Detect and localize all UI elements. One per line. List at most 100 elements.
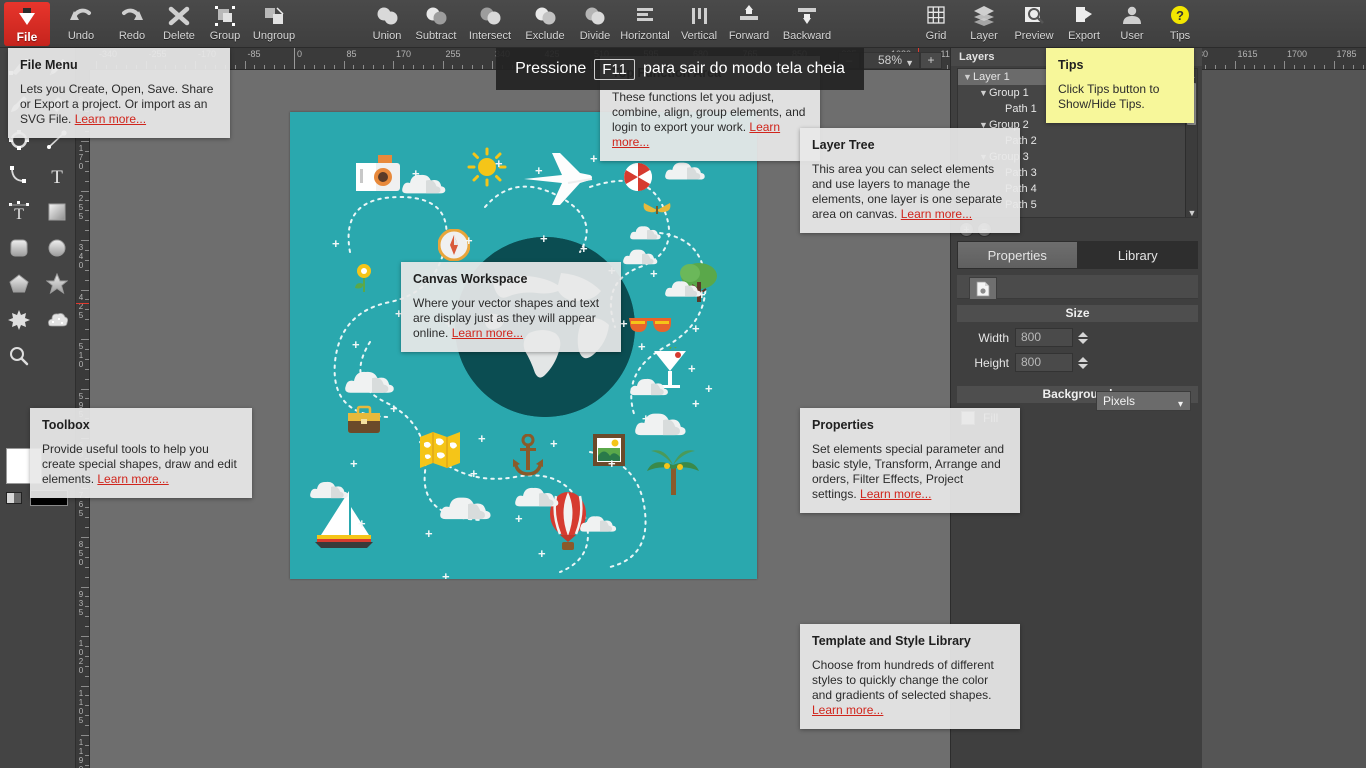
gradient-square-tool[interactable]: [38, 194, 76, 230]
ruler-label: -85: [247, 49, 261, 59]
zoom-value[interactable]: 58% ▼: [860, 51, 920, 71]
toolbar-button-grid[interactable]: Grid: [911, 0, 961, 48]
ruler-tick-minor: [85, 665, 89, 667]
document-properties-subtab[interactable]: [969, 277, 997, 299]
chevron-down-icon[interactable]: ▾: [1178, 396, 1183, 414]
cloud-illustration: [402, 170, 450, 196]
toolbar-button-delete[interactable]: Delete: [154, 0, 204, 48]
unit-select[interactable]: Pixels ▾: [1096, 391, 1191, 411]
toolbar-button-user[interactable]: User: [1107, 0, 1157, 48]
toolbar-button-group[interactable]: Group: [200, 0, 250, 48]
toolbar-button-export[interactable]: Export: [1059, 0, 1109, 48]
zoom-value-label: 58%: [877, 52, 903, 67]
sparkle-plus-icon: +: [688, 361, 696, 376]
tooltip-learn-more-link[interactable]: Learn more...: [812, 703, 883, 717]
ruler-tick: [492, 61, 493, 69]
zoom-tool[interactable]: [0, 338, 38, 374]
tab-properties[interactable]: Properties: [957, 241, 1078, 269]
toolbar-button-intersect[interactable]: Intersect: [465, 0, 515, 48]
exclude-icon: [532, 3, 558, 29]
ruler-tick: [81, 586, 89, 588]
ruler-tick-minor: [85, 517, 89, 519]
width-input[interactable]: 800: [1015, 328, 1073, 347]
redo-icon: [119, 3, 145, 29]
ruler-tick-minor: [85, 606, 89, 608]
curve-tool[interactable]: [0, 158, 38, 194]
height-input[interactable]: 800: [1015, 353, 1073, 372]
sparkle-plus-icon: +: [550, 436, 558, 451]
stepper-down-icon[interactable]: [1077, 338, 1088, 344]
toolbar-button-tips[interactable]: ? Tips: [1155, 0, 1205, 48]
rounded-rect-tool[interactable]: [0, 230, 38, 266]
ruler-tick-minor: [85, 279, 89, 281]
tooltip-learn-more-link[interactable]: Learn more...: [901, 207, 972, 221]
sparkle-plus-icon: +: [538, 546, 546, 561]
ruler-label: 1: [78, 351, 84, 360]
tooltip-learn-more-link[interactable]: Learn more...: [97, 472, 168, 486]
chevron-down-icon[interactable]: ▼: [905, 56, 914, 71]
ruler-tick-minor: [85, 655, 89, 657]
toolbar-button-label: Horizontal: [620, 30, 670, 42]
toolbar-button-preview[interactable]: Preview: [1009, 0, 1059, 48]
union-icon: [374, 3, 400, 29]
tooltip-learn-more-link[interactable]: Learn more...: [75, 112, 146, 126]
text-path-tool-glyph: T: [9, 201, 29, 223]
ruler-tick-minor: [85, 309, 89, 311]
ruler-tick-minor: [422, 65, 424, 69]
top-toolbar: File Undo Redo Delete Group Ungroup Union Subt…: [0, 0, 1366, 48]
toolbar-button-layer[interactable]: Layer: [959, 0, 1009, 48]
sparkle-plus-icon: +: [470, 466, 478, 481]
preview-icon: [1021, 3, 1047, 29]
toolbar-button-subtract[interactable]: Subtract: [411, 0, 461, 48]
ruler-tick: [81, 190, 89, 192]
height-stepper[interactable]: [1076, 353, 1089, 372]
toolbar-button-redo[interactable]: Redo: [107, 0, 157, 48]
ellipse-tool[interactable]: [38, 230, 76, 266]
ruler-tick-minor: [234, 65, 236, 69]
zoom-in-button[interactable]: +: [920, 51, 942, 69]
ruler-tick-minor: [85, 220, 89, 222]
sunglasses-illustration: [628, 315, 672, 337]
text-tool[interactable]: T: [38, 158, 76, 194]
stepper-down-icon[interactable]: [1077, 363, 1088, 369]
sparkle-plus-icon: +: [580, 241, 588, 256]
ruler-tick-minor: [85, 527, 89, 529]
pentagon-tool[interactable]: [0, 266, 38, 302]
tooltip-title: Properties: [812, 418, 874, 432]
chevron-down-icon[interactable]: ▼: [962, 69, 973, 85]
burst-tool[interactable]: [0, 302, 38, 338]
stepper-up-icon[interactable]: [1077, 356, 1088, 362]
ruler-tick-minor: [462, 65, 464, 69]
ruler-tick-minor: [363, 65, 365, 69]
tooltip-learn-more-link[interactable]: Learn more...: [452, 326, 523, 340]
toolbar-button-vertical[interactable]: Vertical: [674, 0, 724, 48]
toolbar-button-ungroup[interactable]: Ungroup: [249, 0, 299, 48]
stepper-up-icon[interactable]: [1077, 331, 1088, 337]
ruler-tick-minor: [274, 65, 276, 69]
swap-colors-icon[interactable]: [6, 492, 22, 504]
ruler-label: 9: [78, 589, 84, 599]
toolbar-button-divide[interactable]: Divide: [570, 0, 620, 48]
ruler-tick: [442, 61, 444, 69]
star-tool[interactable]: [38, 266, 76, 302]
toolbar-button-horizontal[interactable]: Horizontal: [620, 0, 670, 48]
toolbar-button-forward[interactable]: Forward: [724, 0, 774, 48]
chevron-down-icon[interactable]: ▼: [978, 85, 989, 101]
sparkle-plus-icon: +: [705, 381, 713, 396]
text-path-tool[interactable]: T: [0, 194, 38, 230]
tooltip-body: These functions let you adjust, combine,…: [612, 90, 808, 150]
toolbar-button-union[interactable]: Union: [362, 0, 412, 48]
toolbar-button-backward[interactable]: Backward: [782, 0, 832, 48]
width-stepper[interactable]: [1076, 328, 1089, 347]
tooltip-learn-more-link[interactable]: Learn more...: [860, 487, 931, 501]
tab-library[interactable]: Library: [1077, 241, 1198, 269]
toolbar-button-exclude[interactable]: Exclude: [520, 0, 570, 48]
file-menu-button[interactable]: File: [4, 2, 50, 46]
ruler-tick-minor: [333, 65, 335, 69]
toolbar-button-undo[interactable]: Undo: [56, 0, 106, 48]
cloud-illustration: [630, 222, 664, 242]
scroll-down-icon[interactable]: ▼: [1186, 207, 1197, 217]
ruler-label: 3: [78, 243, 84, 252]
cloud-shape-tool[interactable]: [38, 302, 76, 338]
align-vertical-icon: [686, 3, 712, 29]
